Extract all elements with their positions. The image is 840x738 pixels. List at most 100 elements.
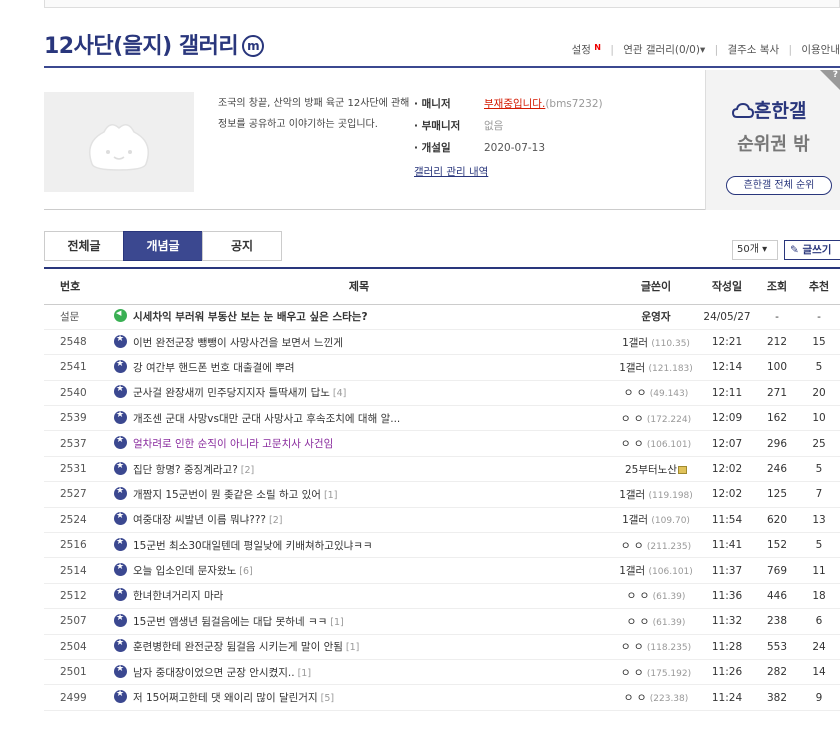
post-subject-cell[interactable]: 시세차익 부러워 부동산 보는 눈 배우고 싶은 스타는? [104,304,614,330]
post-subject[interactable]: 한녀한녀거리지 마라 [133,590,223,602]
comment-count[interactable]: [5] [321,693,334,704]
post-writer[interactable]: ㅇ ㅇ [627,590,650,602]
post-writer-cell[interactable]: 1갤러 (110.35) [614,329,698,356]
post-subject-cell[interactable]: 오늘 입소인데 문자왔노[6] [104,557,614,584]
table-row[interactable]: 2541강 여간부 핸드폰 번호 대출결에 뿌려1갤러 (121.183)12:… [44,354,840,381]
table-row[interactable]: 2516 15군번 최소30대일텐데 평일낮에 키배쳐하고있냐ㅋㅋ ㅇ ㅇ (211… [44,532,840,559]
table-row[interactable]: 2514오늘 입소인데 문자왔노[6]1갤러 (106.101)11:37769… [44,557,840,584]
post-subject-cell[interactable]: 남자 중대장이었으면 군장 안시켰지..[1] [104,659,614,686]
comment-count[interactable]: [1] [324,490,337,501]
post-subject-cell[interactable]: 얼차려로 인한 순직이 아니라 고문치사 사건임 [104,430,614,457]
manager-value[interactable]: 부재중입니다. [484,98,545,110]
post-subject[interactable]: 15군번 최소30대일텐데 평일낮에 키배쳐하고있냐ㅋㅋ [133,540,373,552]
table-row[interactable]: 2512한녀한녀거리지 마라ㅇ ㅇ (61.39)11:3644618 [44,583,840,610]
post-subject[interactable]: 강 여간부 핸드폰 번호 대출결에 뿌려 [133,362,295,374]
post-subject-cell[interactable]: 집단 항명? 중징계라고?[2] [104,456,614,483]
post-subject[interactable]: 15군번 앰생년 뒴걸음에는 대답 못하네 ㅋㅋ [133,616,327,628]
table-row[interactable]: 2540군사걸 완장새끼 민주당지지자 틀딱새끼 답노[4]ㅇ ㅇ (49.14… [44,380,840,407]
write-button[interactable]: ✎ 글쓰기 [784,240,840,260]
post-writer-cell[interactable]: ㅇ ㅇ (49.143) [614,380,698,407]
post-subject-cell[interactable]: 한녀한녀거리지 마라 [104,583,614,610]
post-writer[interactable]: ㅇ ㅇ [624,692,647,704]
post-subject-cell[interactable]: 15군번 앰생년 뒴걸음에는 대답 못하네 ㅋㅋ[1] [104,608,614,635]
post-subject-cell[interactable]: 군사걸 완장새끼 민주당지지자 틀딱새끼 답노[4] [104,380,614,407]
post-subject[interactable]: 집단 항명? 중징계라고? [133,464,238,476]
post-writer-cell[interactable]: 1갤러 (119.198) [614,481,698,508]
table-row[interactable]: 2539 개조센 군대 사망vs대만 군대 사망사고 후속조치에 대해 알... ㅇ… [44,405,840,432]
post-writer-cell[interactable]: ㅇ ㅇ (61.39) [614,583,698,610]
related-gallery-link[interactable]: 연관 갤러리(0/0) [623,44,700,56]
post-subject[interactable]: 군사걸 완장새끼 민주당지지자 틀딱새끼 답노 [133,387,330,399]
comment-count[interactable]: [6] [239,566,252,577]
post-subject-cell[interactable]: 훈련병한테 완전군장 뒴걸음 시키는게 말이 안됨[1] [104,634,614,660]
post-writer-cell[interactable]: 1갤러 (121.183) [614,354,698,381]
post-subject[interactable]: 개짬지 15군번이 뭔 좆같은 소릴 하고 있어 [133,489,321,501]
comment-count[interactable]: [4] [333,388,346,399]
table-row[interactable]: 설문 시세차익 부러워 부동산 보는 눈 배우고 싶은 스타는? 운영자 24/05… [44,304,840,330]
post-writer[interactable]: 25부터노산 [625,464,677,476]
comment-count[interactable]: [2] [269,515,282,526]
post-subject-cell[interactable]: 개조센 군대 사망vs대만 군대 사망사고 후속조치에 대해 알... [104,405,614,432]
post-writer-cell[interactable]: 1갤러 (106.101) [614,557,698,584]
table-row[interactable]: 2524여중대장 씨발년 이름 뭐냐???[2]1갤러 (109.70)11:5… [44,507,840,534]
post-writer[interactable]: ㅇ ㅇ [621,438,644,450]
table-row[interactable]: 2537 얼차려로 인한 순직이 아니라 고문치사 사건임 ㅇ ㅇ (106.101… [44,430,840,457]
post-writer[interactable]: ㅇ ㅇ [621,413,644,425]
post-subject[interactable]: 여중대장 씨발년 이름 뭐냐??? [133,514,266,526]
post-subject-cell[interactable]: 이번 완전군장 뺑뺑이 사망사건을 보면서 느낀게 [104,329,614,356]
gallery-management-link[interactable]: 갤러리 관리 내역 [414,161,603,183]
post-writer[interactable]: 1갤러 [622,337,648,349]
post-subject[interactable]: 이번 완전군장 뺑뺑이 사망사건을 보면서 느낀게 [133,337,343,349]
tab-concept[interactable]: 개념글 [123,231,203,261]
page-size-select[interactable]: 50개 ▾ [732,240,778,260]
comment-count[interactable]: [2] [241,465,254,476]
post-subject-cell[interactable]: 15군번 최소30대일텐데 평일낮에 키배쳐하고있냐ㅋㅋ [104,532,614,559]
post-subject-cell[interactable]: 저 15어쩌고한테 댓 왜이리 많이 달린거지[5] [104,684,614,711]
post-writer-cell[interactable]: ㅇ ㅇ (61.39) [614,608,698,635]
post-writer-cell[interactable]: 운영자 [614,304,698,330]
copy-address-link[interactable]: 결주소 복사 [727,44,779,56]
full-rank-button[interactable]: 흔한갤 전체 순위 [726,176,832,195]
comment-count[interactable]: [1] [298,668,311,679]
tab-all[interactable]: 전체글 [44,231,124,261]
post-writer[interactable]: 운영자 [642,311,671,323]
post-writer-cell[interactable]: ㅇ ㅇ (106.101) [614,430,698,457]
post-subject-cell[interactable]: 여중대장 씨발년 이름 뭐냐???[2] [104,507,614,534]
post-writer[interactable]: ㅇ ㅇ [621,540,644,552]
gallery-title[interactable]: 12사단(을지) 갤러리 m [44,28,265,60]
post-writer-cell[interactable]: ㅇ ㅇ (211.235) [614,532,698,559]
post-writer[interactable]: 1갤러 [619,362,645,374]
guide-link[interactable]: 이용안내 [801,44,840,56]
post-writer-cell[interactable]: ㅇ ㅇ (118.235) [614,634,698,660]
post-writer-cell[interactable]: ㅇ ㅇ (175.192) [614,659,698,686]
post-writer[interactable]: 1갤러 [622,514,648,526]
gallery-title-text[interactable]: 12사단(을지) 갤러리 [44,34,239,59]
post-writer-cell[interactable]: 25부터노산 [614,456,698,483]
post-writer[interactable]: ㅇ ㅇ [621,641,644,653]
chevron-down-icon[interactable]: ▾ [700,44,705,56]
table-row[interactable]: 2548 이번 완전군장 뺑뺑이 사망사건을 보면서 느낀게 1갤러 (110.35… [44,329,840,356]
table-row[interactable]: 250715군번 앰생년 뒴걸음에는 대답 못하네 ㅋㅋ[1]ㅇ ㅇ (61.3… [44,608,840,635]
post-subject[interactable]: 개조센 군대 사망vs대만 군대 사망사고 후속조치에 대해 알... [133,413,400,425]
tab-notice[interactable]: 공지 [202,231,282,261]
post-writer[interactable]: ㅇ ㅇ [624,387,647,399]
comment-count[interactable]: [1] [330,617,343,628]
post-subject[interactable]: 시세차익 부러워 부동산 보는 눈 배우고 싶은 스타는? [133,311,368,323]
post-writer-cell[interactable]: 1갤러 (109.70) [614,507,698,534]
post-subject[interactable]: 오늘 입소인데 문자왔노 [133,565,236,577]
table-row[interactable]: 2501남자 중대장이었으면 군장 안시켰지..[1]ㅇ ㅇ (175.192)… [44,659,840,686]
post-subject[interactable]: 훈련병한테 완전군장 뒴걸음 시키는게 말이 안됨 [133,641,343,653]
post-subject-cell[interactable]: 강 여간부 핸드폰 번호 대출결에 뿌려 [104,354,614,381]
comment-count[interactable]: [1] [346,642,359,653]
post-subject-cell[interactable]: 개짬지 15군번이 뭔 좆같은 소릴 하고 있어[1] [104,481,614,508]
post-writer[interactable]: ㅇ ㅇ [627,616,650,628]
post-writer-cell[interactable]: ㅇ ㅇ (223.38) [614,684,698,711]
table-row[interactable]: 2531집단 항명? 중징계라고?[2]25부터노산 12:022465 [44,456,840,483]
post-subject[interactable]: 얼차려로 인한 순직이 아니라 고문치사 사건임 [133,438,333,450]
post-writer[interactable]: ㅇ ㅇ [621,667,644,679]
table-row[interactable]: 2504훈련병한테 완전군장 뒴걸음 시키는게 말이 안됨[1]ㅇ ㅇ (118… [44,634,840,660]
post-subject[interactable]: 남자 중대장이었으면 군장 안시켰지.. [133,667,295,679]
post-writer[interactable]: 1갤러 [619,489,645,501]
settings-link[interactable]: 설정 [572,44,591,56]
post-writer-cell[interactable]: ㅇ ㅇ (172.224) [614,405,698,432]
